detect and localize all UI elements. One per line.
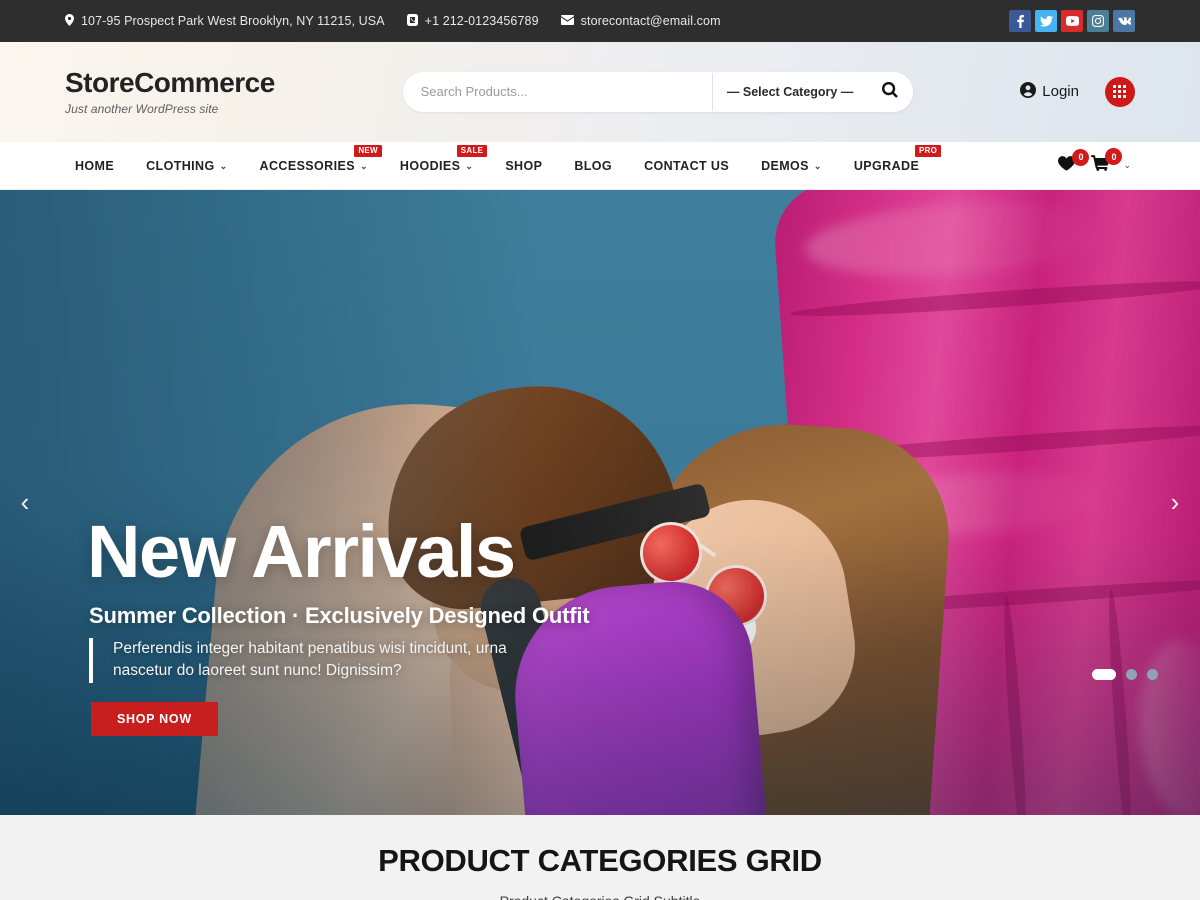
wishlist-button[interactable]: 0 [1058,148,1090,176]
nav-item-label: ACCESSORIES [259,158,355,173]
nav-item-blog[interactable]: BLOG [558,142,628,190]
nav-badge: SALE [456,144,488,157]
nav-item-hoodies[interactable]: HOODIES ⌄ SALE [384,142,489,190]
user-circle-icon [1020,81,1037,102]
top-bar: 107-95 Prospect Park West Brooklyn, NY 1… [0,0,1200,42]
grid-dots-icon [1113,85,1127,99]
nav-item-label: BLOG [574,158,613,173]
cart-button[interactable]: 0 ⌄ [1091,148,1131,176]
cart-count: 0 [1105,148,1123,165]
phone-item[interactable]: +1 212-0123456789 [406,13,539,29]
contact-info-group: 107-95 Prospect Park West Brooklyn, NY 1… [65,13,721,29]
nav-badge: PRO [914,144,942,157]
nav-item-label: CLOTHING [146,158,215,173]
address-text: 107-95 Prospect Park West Brooklyn, NY 1… [81,14,385,28]
email-text: storecontact@email.com [580,14,721,28]
search-submit-button[interactable] [867,71,913,112]
login-button[interactable]: Login [1020,81,1079,102]
nav-item-shop[interactable]: SHOP [489,142,558,190]
nav-item-label: HOME [75,158,115,173]
twitter-icon[interactable] [1035,10,1057,32]
site-title: StoreCommerce [65,67,275,99]
vk-icon[interactable] [1113,10,1135,32]
nav-menu: HOME CLOTHING ⌄ ACCESSORIES ⌄ NEW HOODIES ⌄ SALE… [65,142,942,190]
section-subtitle: Product Categories Grid Subtitle [0,893,1200,900]
hero-title: New Arrivals [87,510,516,593]
nav-item-contact-us[interactable]: CONTACT US [628,142,745,190]
hero-slider: New Arrivals Summer Collection · Exclusi… [0,190,1200,815]
chevron-down-icon: ⌄ [219,161,228,171]
facebook-icon[interactable] [1009,10,1031,32]
search-input[interactable] [402,71,712,112]
instagram-icon[interactable] [1087,10,1109,32]
nav-item-upgrade[interactable]: UPGRADE PRO [838,142,942,190]
nav-item-label: DEMOS [761,158,809,173]
envelope-icon [560,14,574,28]
login-label: Login [1042,83,1079,101]
address-item: 107-95 Prospect Park West Brooklyn, NY 1… [65,13,385,29]
nav-item-demos[interactable]: DEMOS ⌄ [745,142,838,190]
nav-item-label: CONTACT US [644,158,730,173]
hero-description: Perferendis integer habitant penatibus w… [89,638,539,683]
youtube-icon[interactable] [1061,10,1083,32]
nav-item-label: UPGRADE [853,158,920,173]
nav-badge: NEW [354,144,382,157]
apps-grid-button[interactable] [1104,76,1135,107]
slider-dot-2[interactable] [1126,669,1137,680]
product-categories-section: PRODUCT CATEGORIES GRID Product Categori… [0,815,1200,900]
search-icon [882,82,898,101]
product-search-bar: — Select Category — [402,71,913,112]
section-title: PRODUCT CATEGORIES GRID [378,843,822,878]
phone-text: +1 212-0123456789 [424,14,539,28]
nav-utility-icons: 0 0 ⌄ [1058,148,1135,176]
slider-dot-1[interactable] [1092,669,1116,680]
nav-item-label: HOODIES [399,158,461,173]
chevron-down-icon: ⌄ [465,161,474,171]
slider-next-arrow[interactable]: › [1158,486,1192,520]
site-branding[interactable]: StoreCommerce Just another WordPress sit… [65,67,295,116]
email-item[interactable]: storecontact@email.com [560,14,721,28]
hero-content: New Arrivals Summer Collection · Exclusi… [0,190,1200,815]
location-pin-icon [65,13,74,29]
site-header: StoreCommerce Just another WordPress sit… [0,42,1200,142]
nav-item-clothing[interactable]: CLOTHING ⌄ [130,142,243,190]
slider-pagination-dots [1092,669,1158,680]
nav-item-accessories[interactable]: ACCESSORIES ⌄ NEW [244,142,384,190]
category-select[interactable]: — Select Category — [713,85,868,99]
main-navigation: HOME CLOTHING ⌄ ACCESSORIES ⌄ NEW HOODIES ⌄ SALE… [0,142,1200,190]
hero-subtitle: Summer Collection · Exclusively Designed… [89,603,590,628]
nav-item-home[interactable]: HOME [65,142,130,190]
slider-prev-arrow[interactable]: ‹ [8,486,42,520]
chevron-down-icon: ⌄ [359,161,368,171]
slider-dot-3[interactable] [1147,669,1158,680]
social-links-group [1009,10,1135,32]
phone-icon [406,13,418,29]
shop-now-button[interactable]: SHOP NOW [91,702,218,736]
site-tagline: Just another WordPress site [65,101,219,116]
chevron-down-icon: ⌄ [813,161,822,171]
header-actions: Login [1020,76,1135,107]
wishlist-count: 0 [1072,148,1090,166]
chevron-down-icon[interactable]: ⌄ [1123,160,1131,171]
cart-icon-wrap[interactable]: 0 [1091,148,1123,176]
nav-item-label: SHOP [505,158,543,173]
